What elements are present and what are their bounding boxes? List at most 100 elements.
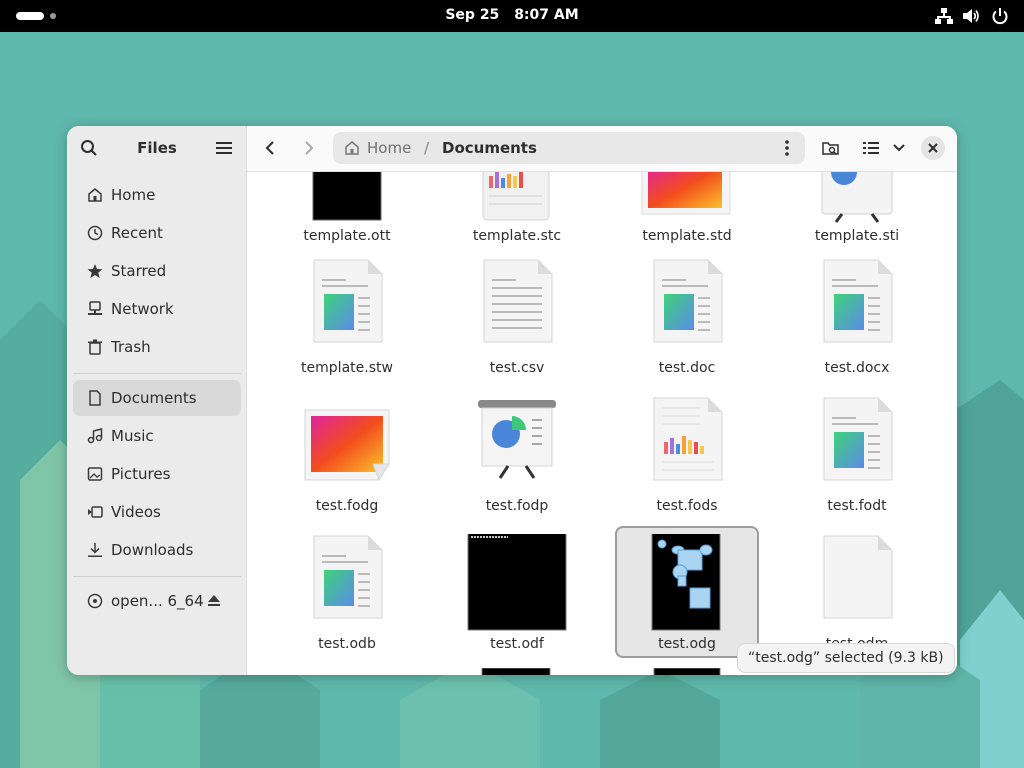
sidebar-item-network[interactable]: Network — [73, 291, 241, 327]
sidebar-item-trash[interactable]: Trash — [73, 329, 241, 365]
eject-icon[interactable] — [207, 594, 221, 612]
sidebar-divider — [73, 576, 241, 577]
view-list-button[interactable] — [857, 134, 885, 162]
sidebar-item-label: open... 6_64 — [111, 592, 204, 610]
file-name: test.odb — [318, 636, 376, 652]
file-name: template.ott — [303, 228, 391, 244]
clock[interactable]: Sep 25 8:07 AM — [0, 7, 1024, 23]
file-item[interactable]: test.docx — [786, 258, 928, 390]
file-item[interactable]: test.odb — [276, 534, 418, 666]
file-item[interactable]: test.odg — [616, 534, 758, 666]
breadcrumb-documents[interactable]: Documents — [442, 139, 537, 157]
file-grid: template.ott template.stc template.std t… — [247, 172, 957, 675]
breadcrumb-home[interactable]: Home — [367, 139, 411, 157]
network-icon — [87, 301, 103, 317]
text-document-icon — [823, 397, 893, 481]
file-item[interactable]: test.fodg — [276, 396, 418, 528]
drawing-thumbnail — [651, 534, 721, 631]
file-item[interactable]: template.sti — [786, 172, 928, 258]
text-document-icon — [313, 535, 383, 619]
file-item[interactable]: test.fodp — [446, 396, 588, 528]
path-menu-button[interactable] — [784, 140, 790, 160]
sidebar-header: Files — [67, 126, 247, 170]
file-item[interactable] — [616, 668, 758, 675]
presentation-icon — [821, 172, 893, 223]
sidebar-item-documents[interactable]: Documents — [73, 380, 241, 416]
download-icon — [87, 542, 103, 558]
black-thumbnail — [481, 668, 551, 675]
disc-icon — [87, 593, 103, 609]
spreadsheet-icon — [482, 172, 550, 221]
main-menu-button[interactable] — [210, 134, 238, 162]
drawing-icon — [641, 172, 731, 215]
sidebar-item-music[interactable]: Music — [73, 418, 241, 454]
power-icon[interactable] — [991, 7, 1009, 25]
sidebar: Files Home Recent Starred Network Trash … — [67, 126, 247, 675]
chevron-right-icon — [305, 141, 314, 155]
file-item[interactable]: test.fods — [616, 396, 758, 528]
sidebar-item-label: Downloads — [111, 541, 194, 559]
view-options-button[interactable] — [885, 134, 913, 162]
close-button[interactable] — [921, 136, 945, 160]
video-icon — [87, 504, 103, 520]
date-label: Sep 25 — [445, 7, 500, 23]
sidebar-item-home[interactable]: Home — [73, 177, 241, 213]
volume-icon[interactable] — [962, 7, 980, 25]
sidebar-item-starred[interactable]: Starred — [73, 253, 241, 289]
presentation-icon — [478, 400, 556, 479]
black-thumbnail — [312, 172, 382, 221]
file-item[interactable]: test.fodt — [786, 396, 928, 528]
back-button[interactable] — [256, 134, 284, 162]
star-icon — [87, 263, 103, 279]
sidebar-item-label: Starred — [111, 262, 167, 280]
file-item[interactable]: test.odf — [446, 534, 588, 666]
clock-icon — [87, 225, 103, 241]
file-item[interactable]: test.doc — [616, 258, 758, 390]
sidebar-item-disc[interactable]: open... 6_64 — [73, 583, 241, 619]
sidebar-item-videos[interactable]: Videos — [73, 494, 241, 530]
sidebar-item-label: Pictures — [111, 465, 171, 483]
close-icon — [928, 143, 938, 153]
file-name: template.sti — [814, 228, 900, 244]
file-name: template.std — [642, 228, 732, 244]
search-folder-button[interactable] — [817, 134, 845, 162]
time-label: 8:07 AM — [514, 7, 579, 23]
sidebar-item-label: Documents — [111, 389, 197, 407]
main-pane: Home / Documents template.ott template.s… — [247, 126, 957, 675]
drawing-icon — [304, 409, 390, 482]
sidebar-item-recent[interactable]: Recent — [73, 215, 241, 251]
network-icon[interactable] — [935, 7, 953, 25]
file-name: test.fodg — [315, 498, 379, 514]
sidebar-item-downloads[interactable]: Downloads — [73, 532, 241, 568]
file-name: test.fods — [656, 498, 718, 514]
top-bar: Sep 25 8:07 AM — [0, 0, 1024, 32]
file-item[interactable]: template.std — [616, 172, 758, 258]
blank-document-icon — [823, 535, 893, 619]
music-icon — [87, 428, 103, 444]
forward-button[interactable] — [295, 134, 323, 162]
black-thumbnail — [467, 534, 567, 631]
file-item[interactable]: template.ott — [276, 172, 418, 258]
home-icon — [344, 140, 360, 160]
file-name: test.csv — [489, 360, 545, 376]
file-name: test.doc — [658, 360, 716, 376]
file-item[interactable]: test.csv — [446, 258, 588, 390]
chevron-left-icon — [265, 141, 274, 155]
selection-status: “test.odg” selected (9.3 kB) — [737, 643, 955, 673]
file-name: test.fodp — [485, 498, 549, 514]
black-thumbnail — [653, 668, 721, 675]
folder-search-icon — [822, 142, 839, 155]
file-item[interactable] — [446, 668, 588, 675]
sidebar-item-label: Videos — [111, 503, 161, 521]
picture-icon — [87, 466, 103, 482]
sidebar-item-label: Recent — [111, 224, 163, 242]
file-item[interactable]: template.stc — [446, 172, 588, 258]
file-name: test.fodt — [827, 498, 887, 514]
more-vertical-icon — [785, 140, 789, 156]
file-name: test.odf — [490, 636, 544, 652]
sidebar-item-label: Home — [111, 186, 156, 204]
file-item[interactable]: template.stw — [276, 258, 418, 390]
sidebar-item-pictures[interactable]: Pictures — [73, 456, 241, 492]
spreadsheet-icon — [653, 397, 723, 481]
plain-text-icon — [483, 259, 553, 343]
